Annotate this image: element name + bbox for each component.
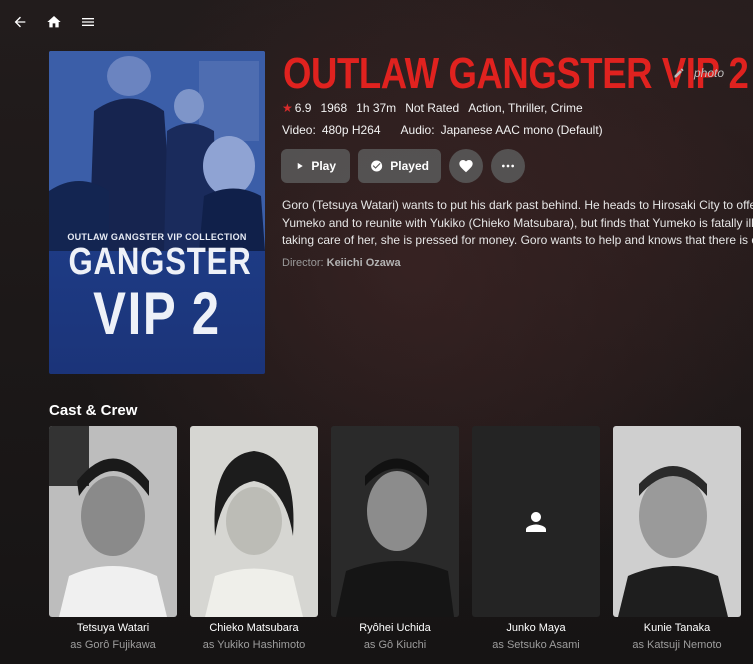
person-photo: [49, 426, 177, 617]
year: 1968: [320, 101, 348, 115]
media-info-row: Video: 480p H264 Audio: Japanese AAC mon…: [282, 123, 603, 137]
played-label: Played: [390, 159, 429, 173]
poster-artwork: [49, 51, 265, 251]
favorite-button[interactable]: [449, 149, 483, 183]
person-icon: [526, 511, 546, 532]
poster-title-line1: GANGSTER: [68, 241, 252, 283]
metadata-row: ★ 6.9 1968 1h 37m Not Rated Action, Thri…: [282, 101, 583, 115]
menu-button[interactable]: [78, 12, 98, 32]
cast-role: as Setsuko Asami: [492, 639, 580, 651]
audio-label: Audio:: [400, 123, 435, 137]
cast-role: as Gorô Fujikawa: [70, 639, 156, 651]
more-horizontal-icon: [502, 164, 514, 168]
overview-text: Goro (Tetsuya Watari) wants to put his d…: [282, 197, 753, 250]
cast-card[interactable]: Chieko Matsubara as Yukiko Hashimoto: [190, 426, 318, 651]
cast-photo[interactable]: [331, 426, 459, 617]
cast-section-title: Cast & Crew: [49, 402, 138, 419]
action-buttons: Play Played: [281, 149, 525, 183]
play-button[interactable]: Play: [281, 149, 350, 183]
overview-line: taking care of her, she is pressed for m…: [282, 233, 753, 247]
cast-name[interactable]: Ryôhei Uchida: [331, 622, 459, 634]
cast-card[interactable]: Tetsuya Watari as Gorô Fujikawa: [49, 426, 177, 651]
cast-name[interactable]: Kunie Tanaka: [613, 622, 741, 634]
heart-icon: [459, 160, 473, 173]
cast-name[interactable]: Tetsuya Watari: [49, 622, 177, 634]
audio-value: Japanese AAC mono (Default): [440, 123, 603, 137]
cast-photo-placeholder[interactable]: [472, 426, 600, 617]
cast-name[interactable]: Junko Maya: [472, 622, 600, 634]
edit-button[interactable]: [673, 66, 685, 78]
back-button[interactable]: [10, 12, 30, 32]
poster-title-line2: VIP 2: [93, 280, 221, 347]
person-photo: [331, 426, 459, 617]
runtime: 1h 37m: [356, 101, 397, 115]
item-details-page: OUTLAW GANGSTER VIP COLLECTION GANGSTER …: [0, 0, 753, 664]
certification: Not Rated: [405, 101, 460, 115]
community-rating: ★ 6.9: [282, 101, 311, 115]
person-photo: [190, 426, 318, 617]
overview-line: Goro (Tetsuya Watari) wants to put his d…: [282, 198, 753, 212]
check-circle-icon: [371, 160, 383, 172]
cast-name[interactable]: Chieko Matsubara: [190, 622, 318, 634]
cast-card[interactable]: Kunie Tanaka as Katsuji Nemoto: [613, 426, 741, 651]
more-options-button[interactable]: [491, 149, 525, 183]
menu-icon: [82, 18, 94, 26]
overview-line: Yumeko and to reunite with Yukiko (Chiek…: [282, 215, 753, 230]
cast-photo[interactable]: [190, 426, 318, 617]
person-photo: [613, 426, 741, 617]
director-label: Director:: [282, 257, 324, 269]
cast-card[interactable]: Junko Maya as Setsuko Asami: [472, 426, 600, 651]
cast-role: as Gô Kiuchi: [363, 639, 427, 651]
cast-list: Tetsuya Watari as Gorô Fujikawa Chieko M…: [49, 426, 741, 651]
director-name[interactable]: Keiichi Ozawa: [327, 257, 401, 269]
star-icon: ★: [282, 101, 293, 115]
play-label: Play: [311, 159, 336, 173]
rating-value: 6.9: [294, 101, 312, 115]
cast-role: as Yukiko Hashimoto: [202, 639, 306, 651]
played-button[interactable]: Played: [358, 149, 441, 183]
video-value: 480p H264: [321, 123, 381, 137]
cast-card[interactable]: Ryôhei Uchida as Gô Kiuchi: [331, 426, 459, 651]
cast-photo[interactable]: [49, 426, 177, 617]
arrow-left-icon: [14, 16, 26, 28]
genres: Action, Thriller, Crime: [468, 101, 583, 115]
edit-label[interactable]: photo: [694, 66, 724, 80]
home-icon: [47, 16, 61, 28]
cast-photo[interactable]: [613, 426, 741, 617]
pencil-icon: [674, 68, 684, 78]
director-line: Director: Keiichi Ozawa: [282, 257, 401, 269]
home-button[interactable]: [44, 12, 64, 32]
top-bar: [0, 0, 753, 44]
video-label: Video:: [282, 123, 316, 137]
play-icon: [297, 162, 303, 170]
cast-role: as Katsuji Nemoto: [632, 639, 722, 651]
poster-image[interactable]: OUTLAW GANGSTER VIP COLLECTION GANGSTER …: [49, 51, 265, 374]
